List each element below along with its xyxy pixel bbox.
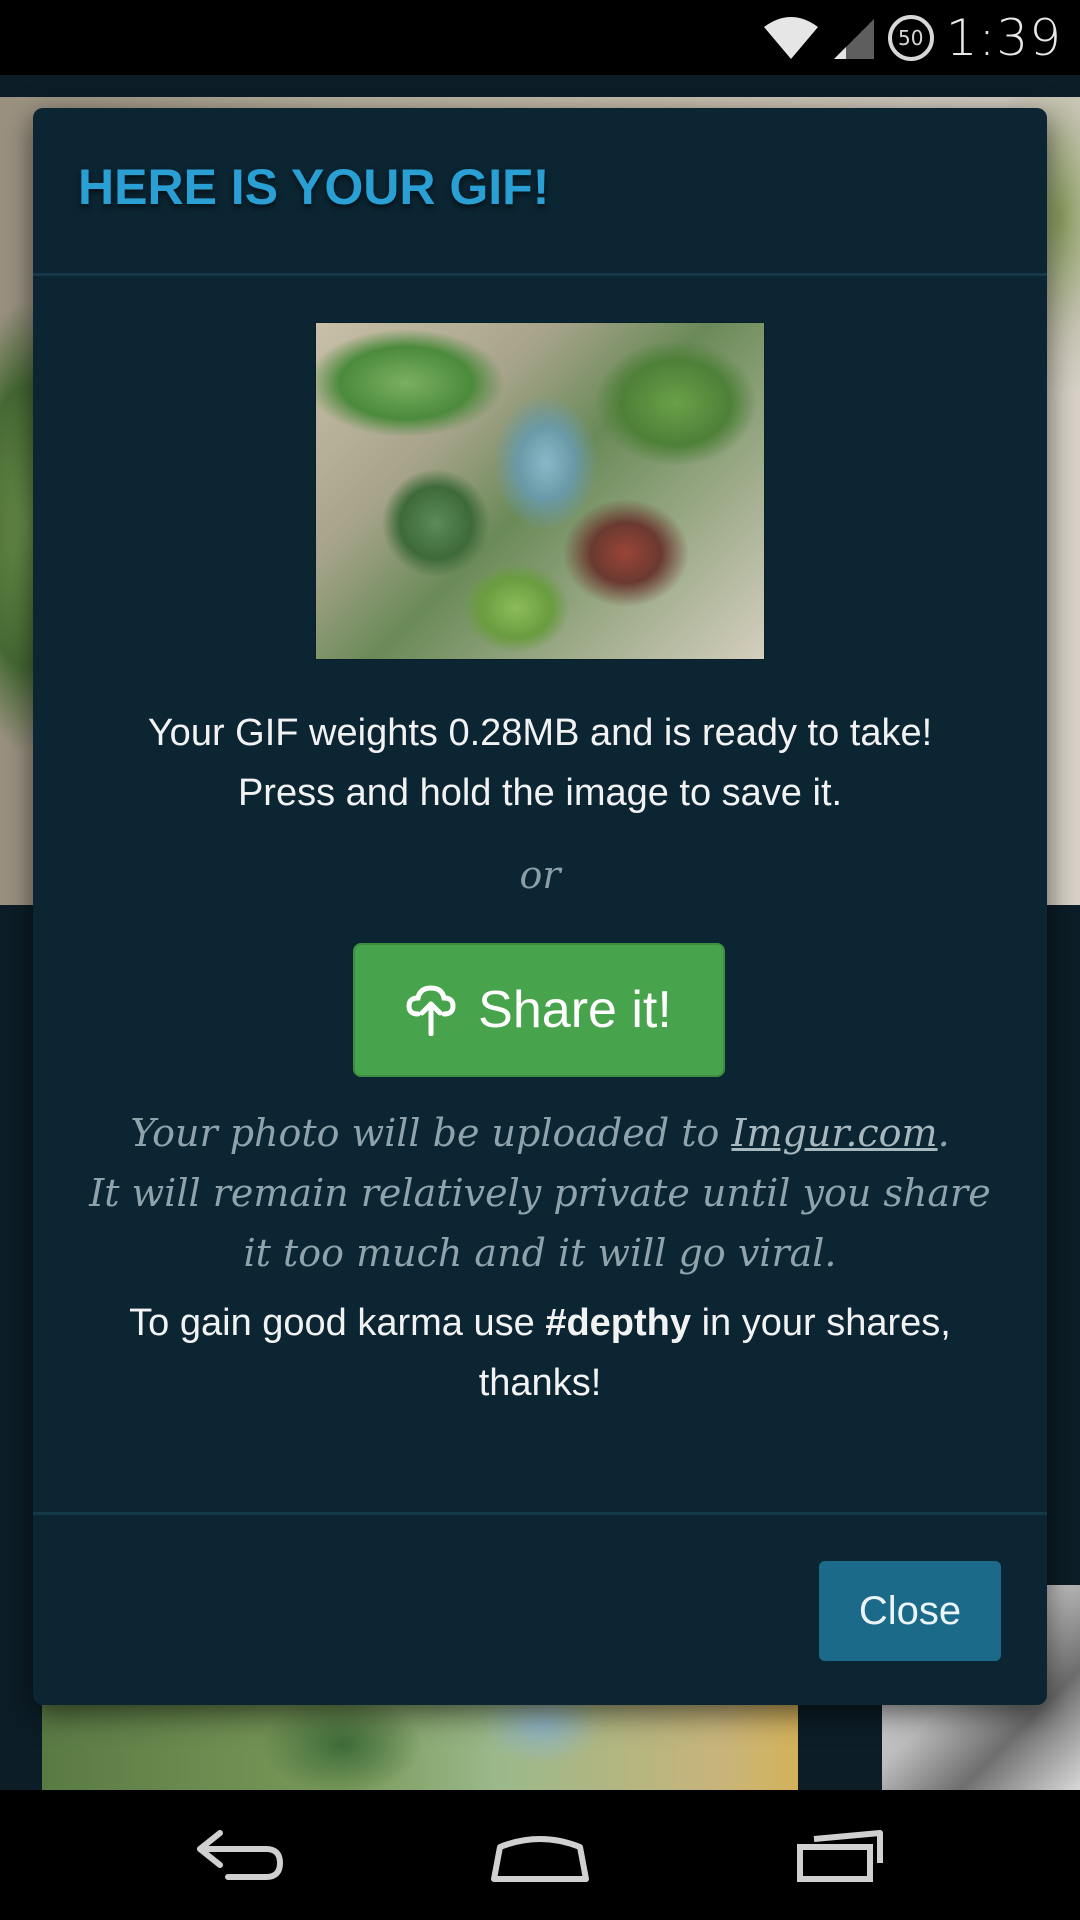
cloud-upload-icon — [406, 985, 456, 1036]
upload-note-prefix: Your photo will be uploaded to — [130, 1111, 732, 1155]
battery-level: 50 — [897, 26, 924, 50]
upload-note-line3: it too much and it will go viral. — [243, 1231, 837, 1275]
recents-button[interactable] — [740, 1790, 940, 1920]
karma-hashtag: #depthy — [545, 1302, 692, 1344]
navigation-bar — [0, 1790, 1080, 1920]
close-button[interactable]: Close — [819, 1561, 1001, 1661]
imgur-link[interactable]: Imgur.com — [731, 1111, 937, 1155]
karma-line1: To gain good karma use #depthy in your s… — [33, 1293, 1047, 1353]
dialog-header: HERE IS YOUR GIF! — [33, 108, 1047, 276]
status-time: 1:39 — [945, 9, 1062, 67]
karma-prefix: To gain good karma use — [129, 1302, 546, 1344]
gif-preview-image[interactable] — [315, 322, 765, 660]
share-button-label: Share it! — [478, 981, 672, 1039]
karma-line2: thanks! — [478, 1362, 602, 1404]
battery-icon: 50 — [887, 15, 934, 61]
upload-note-line2: It will remain relatively private until … — [89, 1171, 991, 1215]
cell-signal-icon — [833, 19, 874, 59]
upload-note-suffix: . — [937, 1111, 950, 1155]
gif-size-text: Your GIF weights 0.28MB and is ready to … — [147, 712, 933, 754]
share-button[interactable]: Share it! — [353, 943, 725, 1077]
wifi-icon — [763, 17, 818, 59]
status-bar: 50 1:39 — [0, 0, 1080, 75]
gif-description: Your GIF weights 0.28MB and is ready to … — [33, 703, 1047, 823]
back-button[interactable] — [140, 1790, 340, 1920]
karma-note: To gain good karma use #depthy in your s… — [33, 1293, 1047, 1413]
recents-icon — [797, 1830, 883, 1882]
home-icon — [491, 1836, 589, 1882]
upload-note-line1: Your photo will be uploaded to Imgur.com… — [33, 1103, 1047, 1163]
dialog-title: HERE IS YOUR GIF! — [78, 159, 550, 215]
gif-ready-dialog: HERE IS YOUR GIF! Your GIF weights 0.28M… — [33, 108, 1047, 1705]
save-instruction-text: Press and hold the image to save it. — [237, 772, 843, 814]
or-separator: or — [519, 853, 561, 897]
karma-suffix: in your shares, — [691, 1302, 951, 1344]
upload-note: Your photo will be uploaded to Imgur.com… — [33, 1103, 1047, 1283]
home-button[interactable] — [440, 1790, 640, 1920]
back-icon — [197, 1830, 284, 1880]
status-icons: 50 1:39 — [762, 9, 1062, 67]
dialog-footer-divider — [33, 1512, 1047, 1515]
